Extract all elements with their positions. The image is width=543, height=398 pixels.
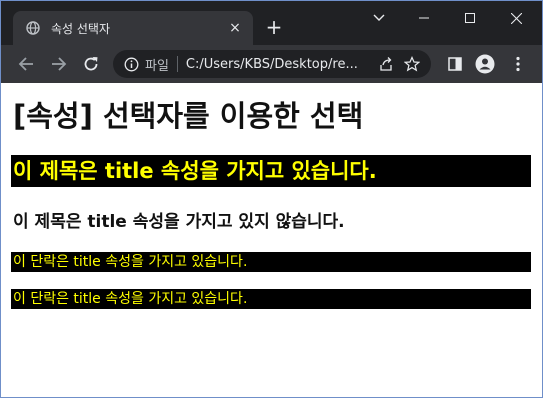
globe-icon <box>25 20 41 36</box>
back-button[interactable] <box>14 52 38 76</box>
minimize-icon <box>419 17 429 19</box>
reload-icon <box>84 57 98 71</box>
profile-button[interactable] <box>473 52 497 76</box>
maximize-icon <box>465 13 475 23</box>
address-bar[interactable]: 파일 C:/Users/KBS/Desktop/re... <box>113 50 431 78</box>
reload-button[interactable] <box>79 52 103 76</box>
titled-paragraph: 이 단락은 title 속성을 가지고 있습니다. <box>11 252 531 272</box>
new-tab-button[interactable]: + <box>264 17 284 37</box>
tab-close-button[interactable]: × <box>225 18 245 38</box>
titled-heading: 이 제목은 title 속성을 가지고 있습니다. <box>11 155 531 187</box>
share-icon[interactable] <box>377 55 395 73</box>
minimize-button[interactable] <box>401 1 447 35</box>
plain-heading: 이 제목은 title 속성을 가지고 있지 않습니다. <box>13 212 345 232</box>
menu-button[interactable] <box>506 52 530 76</box>
maximize-button[interactable] <box>447 1 493 35</box>
avatar-icon <box>475 54 495 74</box>
url-separator <box>176 56 178 72</box>
page-title: [속성] 선택자를 이용한 선택 <box>13 99 364 133</box>
tab-strip: 속성 선택자 × + <box>1 1 542 45</box>
titled-paragraph: 이 단락은 title 속성을 가지고 있습니다. <box>11 289 531 309</box>
tab-title: 속성 선택자 <box>51 21 111 36</box>
close-icon <box>510 12 522 24</box>
tab-search-button[interactable] <box>356 1 402 35</box>
forward-button[interactable] <box>47 52 71 76</box>
arrow-right-icon <box>52 57 67 71</box>
close-window-button[interactable] <box>493 1 539 35</box>
arrow-left-icon <box>18 57 33 71</box>
browser-toolbar: 파일 C:/Users/KBS/Desktop/re... <box>1 45 542 83</box>
bookmark-star-icon[interactable] <box>403 55 421 73</box>
side-panel-button[interactable] <box>443 52 467 76</box>
url-scheme-label: 파일 <box>145 58 169 74</box>
more-vert-icon <box>516 56 520 72</box>
url-text[interactable]: C:/Users/KBS/Desktop/re... <box>186 57 377 72</box>
chevron-down-icon <box>373 14 385 21</box>
browser-window: 속성 선택자 × + 파일 C:/Users/KBS/Desktop/re...… <box>0 0 543 398</box>
page-content: [속성] 선택자를 이용한 선택 이 제목은 title 속성을 가지고 있습니… <box>1 83 542 397</box>
browser-tab[interactable]: 속성 선택자 × <box>13 11 253 45</box>
info-icon[interactable] <box>123 56 139 72</box>
side-panel-icon <box>448 57 462 71</box>
